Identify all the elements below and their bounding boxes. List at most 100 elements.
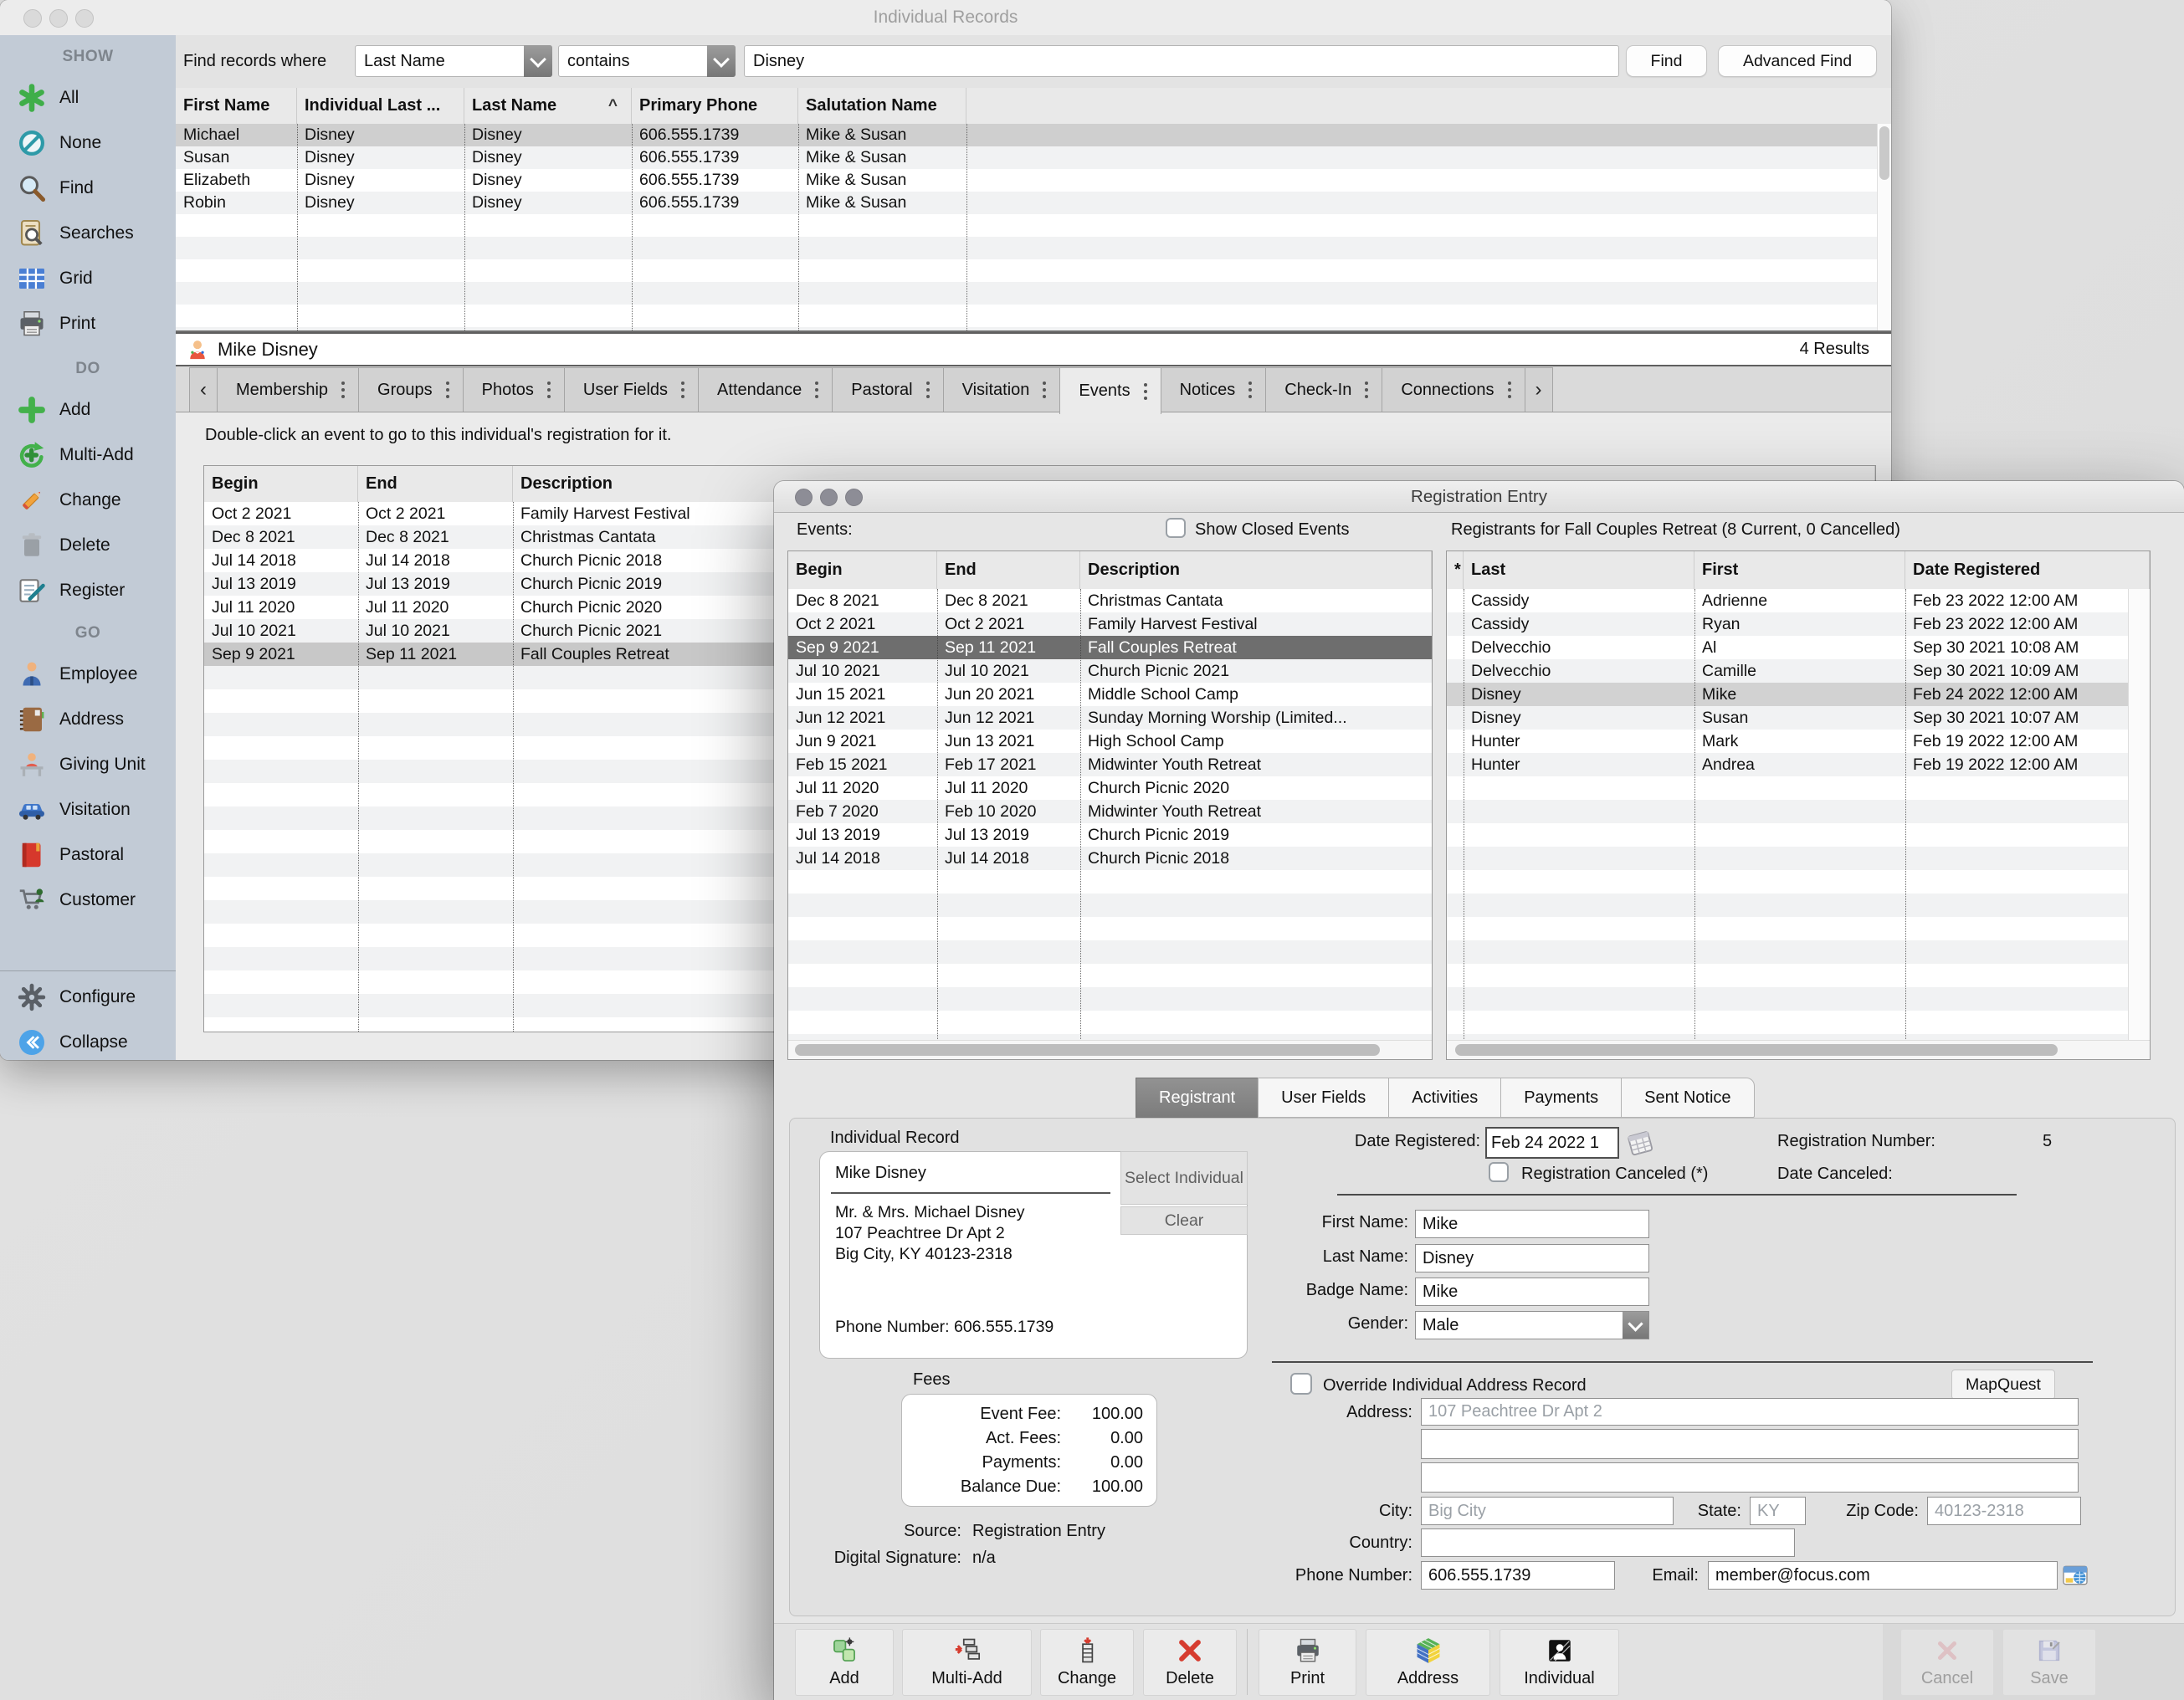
tab-grip-icon[interactable] (1248, 388, 1252, 392)
column-header[interactable]: Description (1080, 551, 1432, 589)
event-row[interactable]: Jul 11 2020Jul 11 2020Church Picnic 2020 (788, 776, 1432, 800)
tab-grip-icon[interactable] (681, 388, 684, 392)
field-input[interactable]: Male (1415, 1311, 1649, 1339)
sidebar-item[interactable]: Register (0, 568, 176, 613)
tab-grip-icon[interactable] (1365, 388, 1368, 392)
column-header[interactable]: First (1694, 551, 1905, 589)
record-tab[interactable]: Photos (463, 367, 565, 412)
address-input-1[interactable]: 107 Peachtree Dr Apt 2 (1421, 1398, 2079, 1426)
tabs-scroll-left-button[interactable]: ‹ (189, 367, 218, 412)
sidebar-item[interactable]: Employee (0, 652, 176, 697)
sidebar-item[interactable]: Add (0, 387, 176, 433)
select-individual-button[interactable]: Select Individual (1120, 1151, 1248, 1205)
sidebar-item[interactable]: Visitation (0, 787, 176, 832)
field-dropdown[interactable]: Last Name (355, 45, 552, 77)
toolbar-button[interactable]: Print (1259, 1629, 1356, 1696)
record-tab[interactable]: Visitation (943, 367, 1061, 412)
registrant-row[interactable]: DisneySusanSep 30 2021 10:07 AM (1447, 706, 2129, 730)
tab-grip-icon[interactable] (341, 388, 345, 392)
table-row[interactable]: SusanDisneyDisney606.555.1739Mike & Susa… (176, 146, 1891, 169)
toolbar-button[interactable]: Cancel (1900, 1629, 1994, 1696)
record-tab[interactable]: Connections (1382, 367, 1525, 412)
registrant-row[interactable]: DelvecchioCamilleSep 30 2021 10:09 AM (1447, 659, 2129, 683)
sidebar-item[interactable]: Giving Unit (0, 742, 176, 787)
detail-tab[interactable]: Activities (1388, 1078, 1501, 1118)
detail-tab[interactable]: User Fields (1258, 1078, 1389, 1118)
column-header[interactable]: Last Name^ (464, 88, 632, 124)
state-input[interactable]: KY (1750, 1497, 1806, 1525)
field-input[interactable]: Mike (1415, 1278, 1649, 1306)
sidebar-item[interactable]: Find (0, 166, 176, 211)
sidebar-item[interactable]: Address (0, 697, 176, 742)
chevron-down-icon[interactable] (524, 45, 552, 77)
table-row[interactable]: RobinDisneyDisney606.555.1739Mike & Susa… (176, 192, 1891, 214)
sidebar-item[interactable]: Pastoral (0, 832, 176, 878)
tab-grip-icon[interactable] (926, 388, 930, 392)
show-closed-events-checkbox[interactable] (1166, 518, 1186, 538)
tab-grip-icon[interactable] (1144, 390, 1147, 393)
sidebar-item[interactable]: Searches (0, 211, 176, 256)
toolbar-button[interactable]: Address (1366, 1629, 1490, 1696)
address-input-2[interactable] (1421, 1429, 2079, 1459)
column-header[interactable]: Primary Phone (632, 88, 798, 124)
toolbar-button[interactable]: Save (2002, 1629, 2096, 1696)
record-tab[interactable]: User Fields (564, 367, 699, 412)
event-row[interactable]: Jul 10 2021Jul 10 2021Church Picnic 2021 (788, 659, 1432, 683)
record-tab[interactable]: Pastoral (832, 367, 943, 412)
record-tab[interactable]: Notices (1161, 367, 1267, 412)
toolbar-button[interactable]: Individual (1500, 1629, 1619, 1696)
tab-grip-icon[interactable] (815, 388, 818, 392)
address-input-3[interactable] (1421, 1462, 2079, 1493)
sidebar-item[interactable]: Grid (0, 256, 176, 301)
event-row[interactable]: Jun 9 2021Jun 13 2021High School Camp (788, 730, 1432, 753)
phone-input[interactable]: 606.555.1739 (1421, 1561, 1615, 1590)
toolbar-button[interactable]: Multi-Add (902, 1629, 1032, 1696)
country-input[interactable] (1421, 1528, 1795, 1557)
event-row[interactable]: Feb 15 2021Feb 17 2021Midwinter Youth Re… (788, 753, 1432, 776)
event-row[interactable]: Jul 14 2018Jul 14 2018Church Picnic 2018 (788, 847, 1432, 870)
zip-code-input[interactable]: 40123-2318 (1927, 1497, 2081, 1525)
column-header[interactable]: * (1447, 551, 1464, 589)
registration-canceled-checkbox[interactable] (1489, 1162, 1509, 1182)
toolbar-button[interactable]: Delete (1143, 1629, 1237, 1696)
sidebar-item[interactable]: Collapse (0, 1020, 176, 1065)
table-row[interactable]: ElizabethDisneyDisney606.555.1739Mike & … (176, 169, 1891, 192)
advanced-find-button[interactable]: Advanced Find (1718, 45, 1877, 77)
date-registered-input[interactable]: Feb 24 2022 1 (1485, 1127, 1619, 1159)
mapquest-button[interactable]: MapQuest (1951, 1370, 2055, 1400)
sidebar-item[interactable]: Customer (0, 878, 176, 923)
column-header[interactable]: Individual Last ... (297, 88, 464, 124)
detail-tab[interactable]: Payments (1500, 1078, 1622, 1118)
tab-grip-icon[interactable] (1508, 388, 1511, 392)
registrant-row[interactable]: HunterAndreaFeb 19 2022 12:00 AM (1447, 753, 2129, 776)
calendar-icon[interactable] (1627, 1129, 1653, 1156)
column-header[interactable]: First Name (176, 88, 297, 124)
column-header[interactable]: End (937, 551, 1080, 589)
sidebar-item[interactable]: Delete (0, 523, 176, 568)
detail-tab[interactable]: Sent Notice (1621, 1078, 1754, 1118)
column-header[interactable]: Begin (788, 551, 937, 589)
field-input[interactable]: Mike (1415, 1210, 1649, 1238)
column-header[interactable]: Last (1464, 551, 1694, 589)
record-tab[interactable]: Check-In (1265, 367, 1382, 412)
detail-tab[interactable]: Registrant (1136, 1078, 1259, 1118)
find-button[interactable]: Find (1626, 45, 1707, 77)
record-tab[interactable]: Groups (358, 367, 464, 412)
sidebar-item[interactable]: All (0, 75, 176, 120)
toolbar-button[interactable]: Change (1040, 1629, 1134, 1696)
column-header[interactable]: Begin (204, 466, 358, 502)
email-globe-icon[interactable] (2062, 1562, 2089, 1589)
results-scrollbar[interactable] (1877, 124, 1891, 330)
event-row[interactable]: Feb 7 2020Feb 10 2020Midwinter Youth Ret… (788, 800, 1432, 823)
tab-grip-icon[interactable] (446, 388, 449, 392)
tabs-scroll-right-button[interactable]: › (1525, 367, 1553, 412)
event-row[interactable]: Dec 8 2021Dec 8 2021Christmas Cantata (788, 589, 1432, 612)
field-input[interactable]: Disney (1415, 1244, 1649, 1272)
email-input[interactable]: member@focus.com (1708, 1561, 2058, 1590)
operator-dropdown[interactable]: contains (558, 45, 736, 77)
sidebar-item[interactable]: Configure (0, 975, 176, 1020)
sidebar-item[interactable]: Change (0, 478, 176, 523)
sidebar-item[interactable]: Print (0, 301, 176, 346)
record-tab[interactable]: Events (1059, 367, 1161, 414)
event-row[interactable]: Jun 15 2021Jun 20 2021Middle School Camp (788, 683, 1432, 706)
